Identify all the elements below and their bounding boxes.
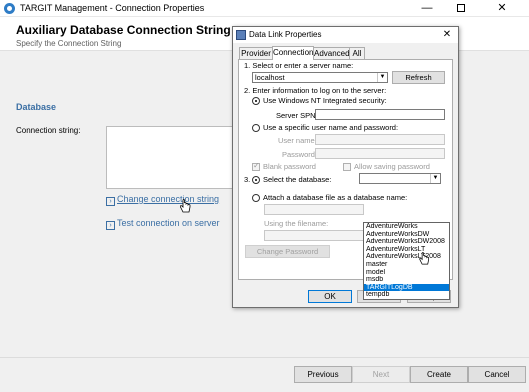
data-link-icon	[236, 30, 246, 40]
window-title: TARGIT Management - Connection Propertie…	[20, 3, 205, 13]
blank-password-checkbox[interactable]	[252, 161, 260, 171]
select-db-radio[interactable]	[252, 176, 260, 184]
hand-pointer-icon	[180, 199, 191, 213]
refresh-button[interactable]: Refresh	[392, 71, 445, 84]
nt-security-label: Use Windows NT Integrated security:	[263, 96, 387, 105]
cancel-button[interactable]: Cancel	[468, 366, 526, 383]
user-name-field[interactable]	[315, 134, 445, 145]
dialog-close-button[interactable]: ✕	[439, 28, 455, 42]
server-name-value: localhost	[255, 73, 285, 82]
list-item[interactable]: AdventureWorksLT2008	[364, 253, 449, 261]
password-label: Password:	[282, 150, 318, 159]
create-button[interactable]: Create	[410, 366, 468, 383]
chevron-right-icon: ›	[106, 197, 115, 206]
allow-saving-label: Allow saving password	[354, 162, 430, 171]
next-button[interactable]: Next	[352, 366, 410, 383]
select-db-label: Select the database:	[263, 175, 332, 184]
ok-button[interactable]: OK	[308, 290, 352, 303]
page-title: Auxiliary Database Connection String	[16, 23, 231, 37]
minimize-button[interactable]: —	[412, 0, 442, 17]
tab-connection[interactable]: Connection	[272, 46, 314, 60]
step3-label: 3.	[244, 175, 251, 184]
chevron-right-icon: ›	[106, 221, 115, 230]
hand-pointer-icon	[419, 252, 430, 265]
maximize-button[interactable]	[446, 0, 476, 17]
list-item[interactable]: AdventureWorks	[364, 223, 449, 231]
list-item[interactable]: AdventureWorksLT	[364, 246, 449, 254]
page-subtitle: Specify the Connection String	[16, 39, 122, 48]
list-item[interactable]: AdventureWorksDW2008	[364, 238, 449, 246]
change-connection-link[interactable]: › Change connection string	[106, 194, 219, 206]
section-title: Database	[16, 102, 57, 112]
attach-db-label: Attach a database file as a database nam…	[263, 193, 408, 202]
server-name-combo[interactable]: localhost ▼	[252, 72, 388, 83]
server-spn-field[interactable]	[315, 109, 445, 120]
database-combo[interactable]: ▼	[359, 173, 441, 184]
step2-label: 2. Enter information to log on to the se…	[244, 86, 387, 95]
connection-tab-panel: 1. Select or enter a server name: localh…	[238, 59, 453, 300]
chevron-down-icon[interactable]: ▼	[430, 174, 440, 183]
list-item[interactable]: AdventureWorksDW	[364, 231, 449, 239]
test-connection-label: Test connection on server	[117, 218, 220, 228]
dialog-title: Data Link Properties	[249, 30, 322, 39]
password-field[interactable]	[315, 148, 445, 159]
dialog-titlebar: Data Link Properties ✕	[233, 27, 458, 43]
allow-saving-checkbox[interactable]	[343, 163, 351, 171]
using-filename-label: Using the filename:	[264, 219, 329, 228]
server-spn-label: Server SPN:	[276, 111, 318, 120]
database-dropdown-list[interactable]: AdventureWorks AdventureWorksDW Adventur…	[363, 222, 450, 300]
specific-user-radio[interactable]	[252, 124, 260, 132]
connection-string-label: Connection string:	[16, 126, 81, 135]
change-password-button[interactable]: Change Password	[245, 245, 330, 258]
change-connection-label: Change connection string	[117, 194, 220, 204]
list-item-selected[interactable]: TARGITLogDB	[364, 283, 449, 292]
targit-app-icon	[4, 3, 15, 14]
window-titlebar: TARGIT Management - Connection Propertie…	[0, 0, 529, 17]
chevron-down-icon[interactable]: ▼	[377, 73, 387, 82]
list-item[interactable]: model	[364, 269, 449, 277]
list-item[interactable]: tempdb	[364, 291, 449, 299]
close-button[interactable]: ✕	[487, 0, 517, 17]
maximize-icon	[457, 4, 465, 12]
specific-user-label: Use a specific user name and password:	[263, 123, 399, 132]
nt-security-radio[interactable]	[252, 97, 260, 105]
attach-db-radio[interactable]	[252, 194, 260, 202]
step1-label: 1. Select or enter a server name:	[244, 61, 354, 70]
user-name-label: User name:	[278, 136, 317, 145]
list-item[interactable]: master	[364, 261, 449, 269]
test-connection-link[interactable]: › Test connection on server	[106, 218, 220, 230]
previous-button[interactable]: Previous	[294, 366, 352, 383]
attach-db-field[interactable]	[264, 204, 364, 215]
blank-password-label: Blank password	[263, 162, 316, 171]
list-item[interactable]: msdb	[364, 276, 449, 284]
filename-field[interactable]	[264, 230, 364, 241]
